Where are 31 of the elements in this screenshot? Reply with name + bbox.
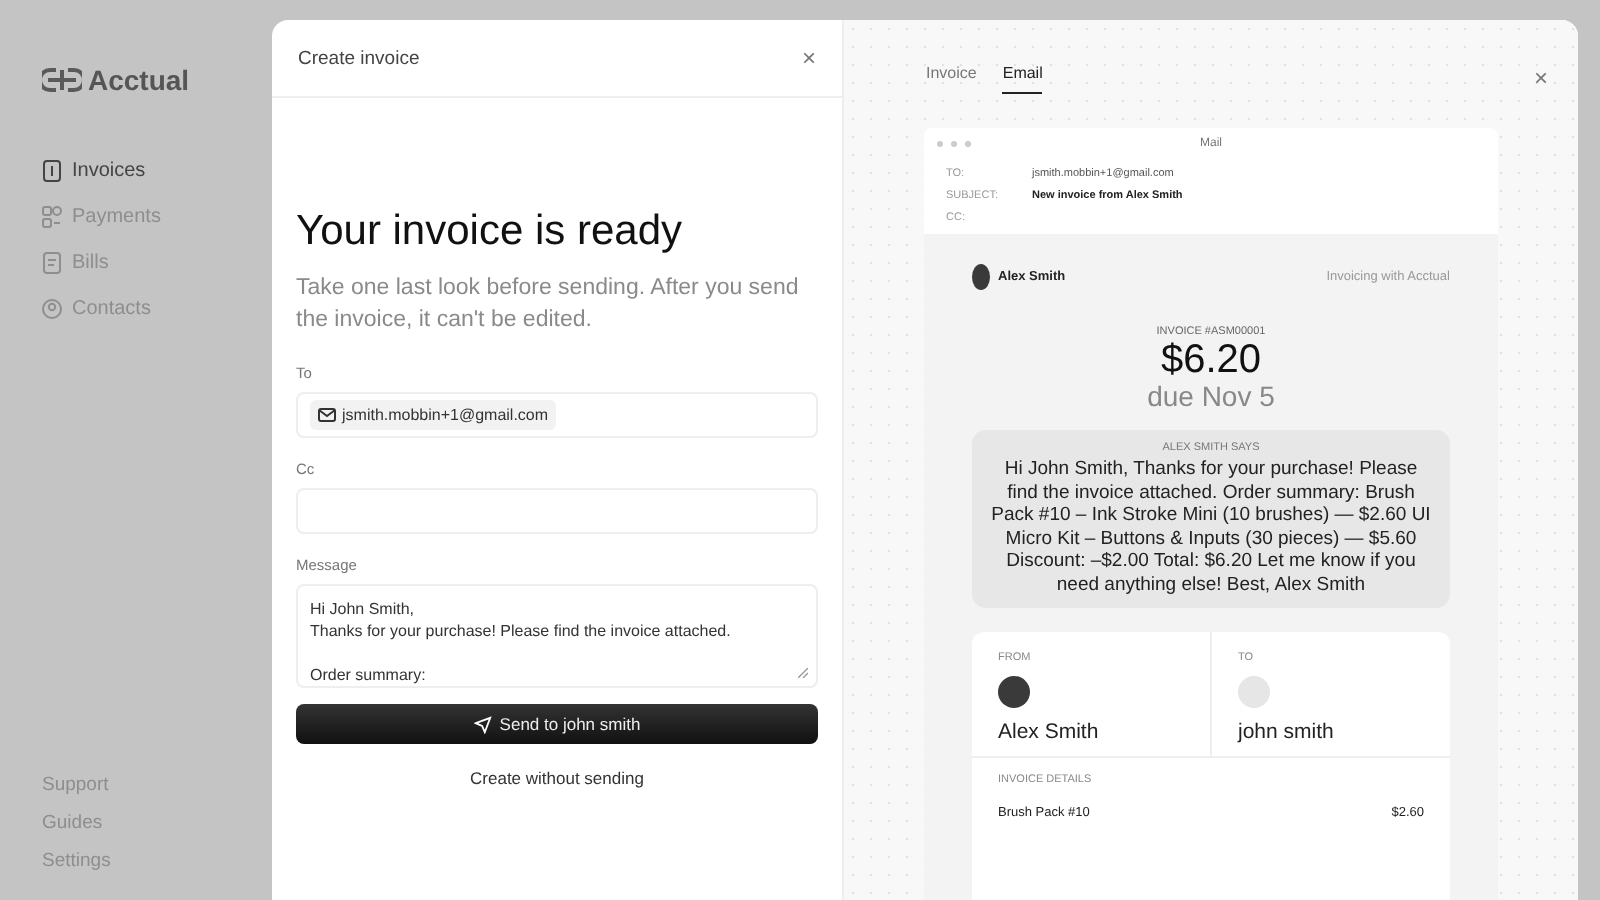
logo-icon <box>42 68 82 92</box>
amount: $6.20 <box>1160 338 1262 382</box>
mail-icon <box>318 408 336 422</box>
tab[interactable]: Email <box>1002 64 1043 94</box>
window-dots-icon <box>936 140 972 148</box>
message-text: Hi John Smith, Thanks for your purchase! Please find the invoice attached. Order summary: Brush Pack #10 – Ink Stroke Mini (10 brushes) — $2.60 UI Micro Kit – Buttons & Inputs (30 pieces) — $5.60 Discount: –$2.00 Total: $6.20 Let me know if you need anything else! Best, Alex Smith <box>989 458 1433 596</box>
grid-icon <box>42 206 62 228</box>
subtitle: Take one last look before sending. After you send the invoice, it can't be edited. <box>296 274 801 336</box>
email-chip[interactable]: jsmith.mobbin+1@gmail.com <box>310 400 557 430</box>
create-without-sending-button[interactable]: Create without sending <box>466 764 648 792</box>
from-name: Alex Smith <box>998 720 1101 744</box>
heading: Your invoice is ready <box>296 208 684 256</box>
send-button[interactable]: Send to john smith <box>296 704 818 744</box>
avatar <box>1238 676 1270 708</box>
contact-icon <box>42 298 62 320</box>
due-date: due Nov 5 <box>1147 382 1275 410</box>
close-icon[interactable]: × <box>1533 64 1548 92</box>
document-icon <box>42 160 62 182</box>
sidebar-item[interactable]: Invoices <box>42 156 272 186</box>
to-name: john smith <box>1238 720 1336 744</box>
tab[interactable]: Invoice <box>926 64 977 92</box>
resize-grip-icon <box>798 668 808 678</box>
message-field[interactable]: Hi John Smith, Thanks for your purchase! Please find the invoice attached. Order summary: <box>296 584 818 688</box>
receipt-icon <box>42 252 62 274</box>
avatar <box>972 264 990 290</box>
dialog-title: Create invoice <box>298 47 420 69</box>
avatar <box>998 676 1030 708</box>
send-icon <box>473 715 492 733</box>
logo-text: Acctual <box>88 64 190 96</box>
close-icon[interactable]: × <box>801 44 816 72</box>
to-field[interactable]: jsmith.mobbin+1@gmail.com <box>296 392 818 438</box>
